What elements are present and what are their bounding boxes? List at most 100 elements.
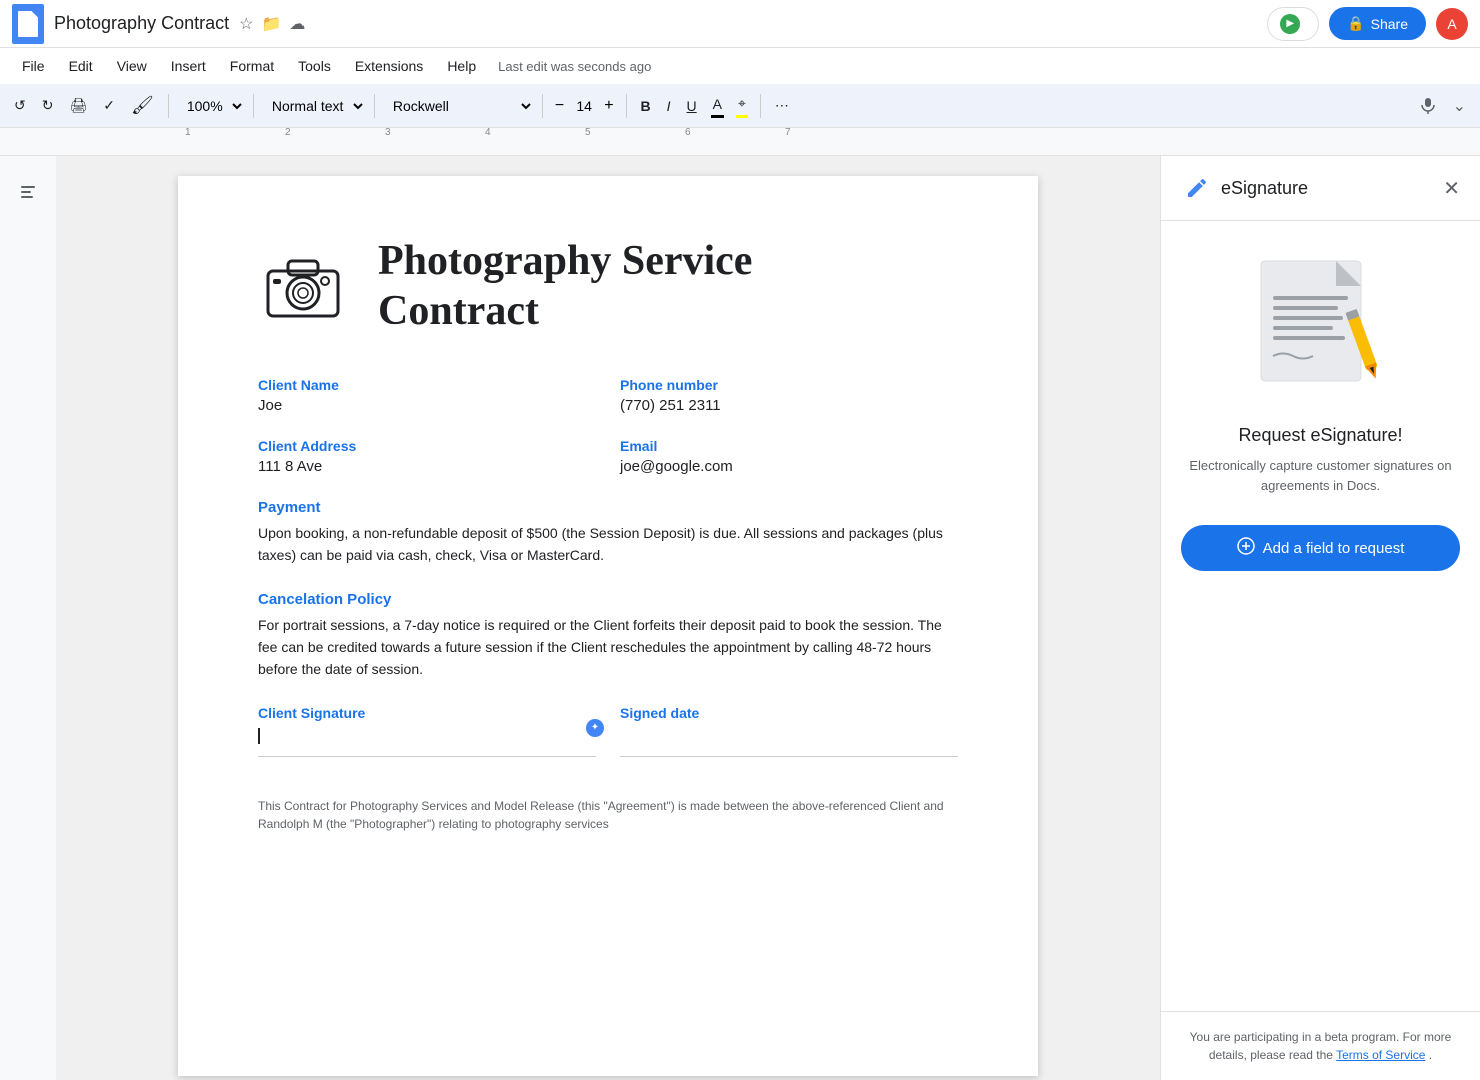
signed-date-input[interactable] — [620, 727, 958, 757]
toolbar-sep-5 — [626, 94, 627, 118]
esig-footer: You are participating in a beta program.… — [1161, 1011, 1480, 1080]
highlight-color-bar — [736, 115, 748, 118]
cloud-icon[interactable]: ☁ — [289, 14, 305, 34]
decrease-font-button[interactable]: − — [551, 95, 568, 117]
doc-icon-fold — [31, 11, 38, 18]
client-name-value: Joe — [258, 397, 596, 414]
spellcheck-button[interactable]: ✓ — [97, 93, 121, 118]
client-signature-field: Client Signature ✦ — [258, 705, 596, 757]
zoom-select[interactable]: 100% 75% 125% — [177, 93, 245, 119]
menu-file[interactable]: File — [12, 54, 55, 78]
more-options-button[interactable]: ⋯ — [769, 93, 795, 118]
cancelation-section: Cancelation Policy For portrait sessions… — [258, 591, 958, 681]
ruler-mark-4: 4 — [485, 128, 491, 138]
menu-bar: File Edit View Insert Format Tools Exten… — [0, 48, 1480, 84]
cancelation-body: For portrait sessions, a 7-day notice is… — [258, 614, 958, 681]
menu-format[interactable]: Format — [220, 54, 284, 78]
star-icon[interactable]: ☆ — [239, 14, 253, 34]
address-value: 111 8 Ave — [258, 458, 596, 475]
title-right: ▶ 🔒 Share A — [1267, 7, 1468, 41]
address-label: Client Address — [258, 438, 596, 454]
ruler-mark-7: 7 — [785, 128, 791, 138]
paint-format-button[interactable]: 🖌 — [125, 91, 160, 120]
toolbar-sep-4 — [542, 94, 543, 118]
esig-description: Electronically capture customer signatur… — [1181, 456, 1460, 495]
title-icons: ☆ 📁 ☁ — [239, 14, 305, 34]
lock-icon: 🔒 — [1347, 15, 1364, 32]
font-size-value: 14 — [570, 98, 598, 114]
share-button[interactable]: 🔒 Share — [1329, 7, 1426, 40]
esig-illustration — [1241, 251, 1401, 401]
document-page: Photography ServiceContract Client Name … — [178, 176, 1038, 1076]
voice-input-button[interactable] — [1413, 93, 1443, 119]
field-email: Email joe@google.com — [620, 438, 958, 475]
esig-close-button[interactable]: ✕ — [1443, 176, 1460, 201]
left-panel — [0, 156, 56, 1080]
menu-extensions[interactable]: Extensions — [345, 54, 433, 78]
paragraph-style-select[interactable]: Normal text Heading 1 Heading 2 — [262, 93, 366, 119]
client-signature-input[interactable]: ✦ — [258, 727, 596, 757]
print-button[interactable]: 🖨 — [63, 93, 93, 118]
font-size-control: − 14 + — [551, 95, 618, 117]
doc-title: Photography Contract — [54, 13, 229, 34]
font-color-label: A — [713, 96, 722, 112]
doc-icon — [12, 4, 44, 44]
menu-insert[interactable]: Insert — [161, 54, 216, 78]
doc-header: Photography ServiceContract — [258, 236, 958, 337]
phone-label: Phone number — [620, 377, 958, 393]
signature-badge: ✦ — [586, 719, 604, 737]
meet-icon: ▶ — [1280, 14, 1300, 34]
toolbar-sep-2 — [253, 94, 254, 118]
highlight-color-button[interactable]: ⌖ — [732, 91, 752, 120]
main-layout: Photography ServiceContract Client Name … — [0, 156, 1480, 1080]
ruler-mark-6: 6 — [685, 128, 691, 138]
esig-footer-period: . — [1429, 1048, 1432, 1062]
add-field-icon — [1237, 537, 1255, 559]
toolbar-sep-6 — [760, 94, 761, 118]
email-label: Email — [620, 438, 958, 454]
font-select[interactable]: Rockwell Arial Times New Roman — [383, 93, 534, 119]
ruler-mark-5: 5 — [585, 128, 591, 138]
avatar: A — [1436, 8, 1468, 40]
terms-of-service-link[interactable]: Terms of Service — [1336, 1048, 1425, 1062]
bold-button[interactable]: B — [635, 94, 657, 118]
menu-tools[interactable]: Tools — [288, 54, 341, 78]
ruler-mark-3: 3 — [385, 128, 391, 138]
toolbar-sep-3 — [374, 94, 375, 118]
ruler-mark-2: 2 — [285, 128, 291, 138]
font-color-bar — [711, 115, 724, 118]
email-value: joe@google.com — [620, 458, 958, 475]
underline-button[interactable]: U — [681, 94, 703, 118]
menu-edit[interactable]: Edit — [59, 54, 103, 78]
add-field-label: Add a field to request — [1263, 540, 1405, 557]
folder-icon[interactable]: 📁 — [261, 14, 281, 34]
signed-date-field: Signed date — [620, 705, 958, 757]
fields-grid: Client Name Joe Phone number (770) 251 2… — [258, 377, 958, 475]
add-field-button[interactable]: Add a field to request — [1181, 525, 1460, 571]
payment-title: Payment — [258, 499, 958, 516]
doc-main-title: Photography ServiceContract — [378, 236, 752, 337]
toolbar-sep-1 — [168, 94, 169, 118]
undo-button[interactable]: ↺ — [8, 93, 32, 118]
title-bar: Photography Contract ☆ 📁 ☁ ▶ 🔒 Share A — [0, 0, 1480, 48]
meet-button[interactable]: ▶ — [1267, 7, 1319, 41]
menu-help[interactable]: Help — [437, 54, 486, 78]
esig-title: eSignature — [1221, 178, 1308, 199]
font-color-button[interactable]: A — [707, 92, 728, 120]
esig-request-title: Request eSignature! — [1238, 425, 1402, 446]
esig-body: Request eSignature! Electronically captu… — [1161, 221, 1480, 1011]
italic-button[interactable]: I — [661, 94, 677, 118]
toolbar: ↺ ↻ 🖨 ✓ 🖌 100% 75% 125% Normal text Head… — [0, 84, 1480, 128]
payment-section: Payment Upon booking, a non-refundable d… — [258, 499, 958, 567]
phone-value: (770) 251 2311 — [620, 397, 958, 414]
expand-toolbar-button[interactable]: ⌄ — [1447, 92, 1472, 120]
redo-button[interactable]: ↻ — [36, 93, 60, 118]
increase-font-button[interactable]: + — [600, 95, 617, 117]
outline-toggle[interactable] — [12, 176, 44, 208]
camera-icon — [258, 246, 348, 326]
cursor — [258, 728, 260, 744]
highlight-icon: ⌖ — [738, 95, 746, 112]
client-signature-label: Client Signature — [258, 705, 596, 721]
menu-view[interactable]: View — [107, 54, 157, 78]
esig-header: eSignature ✕ — [1161, 156, 1480, 221]
